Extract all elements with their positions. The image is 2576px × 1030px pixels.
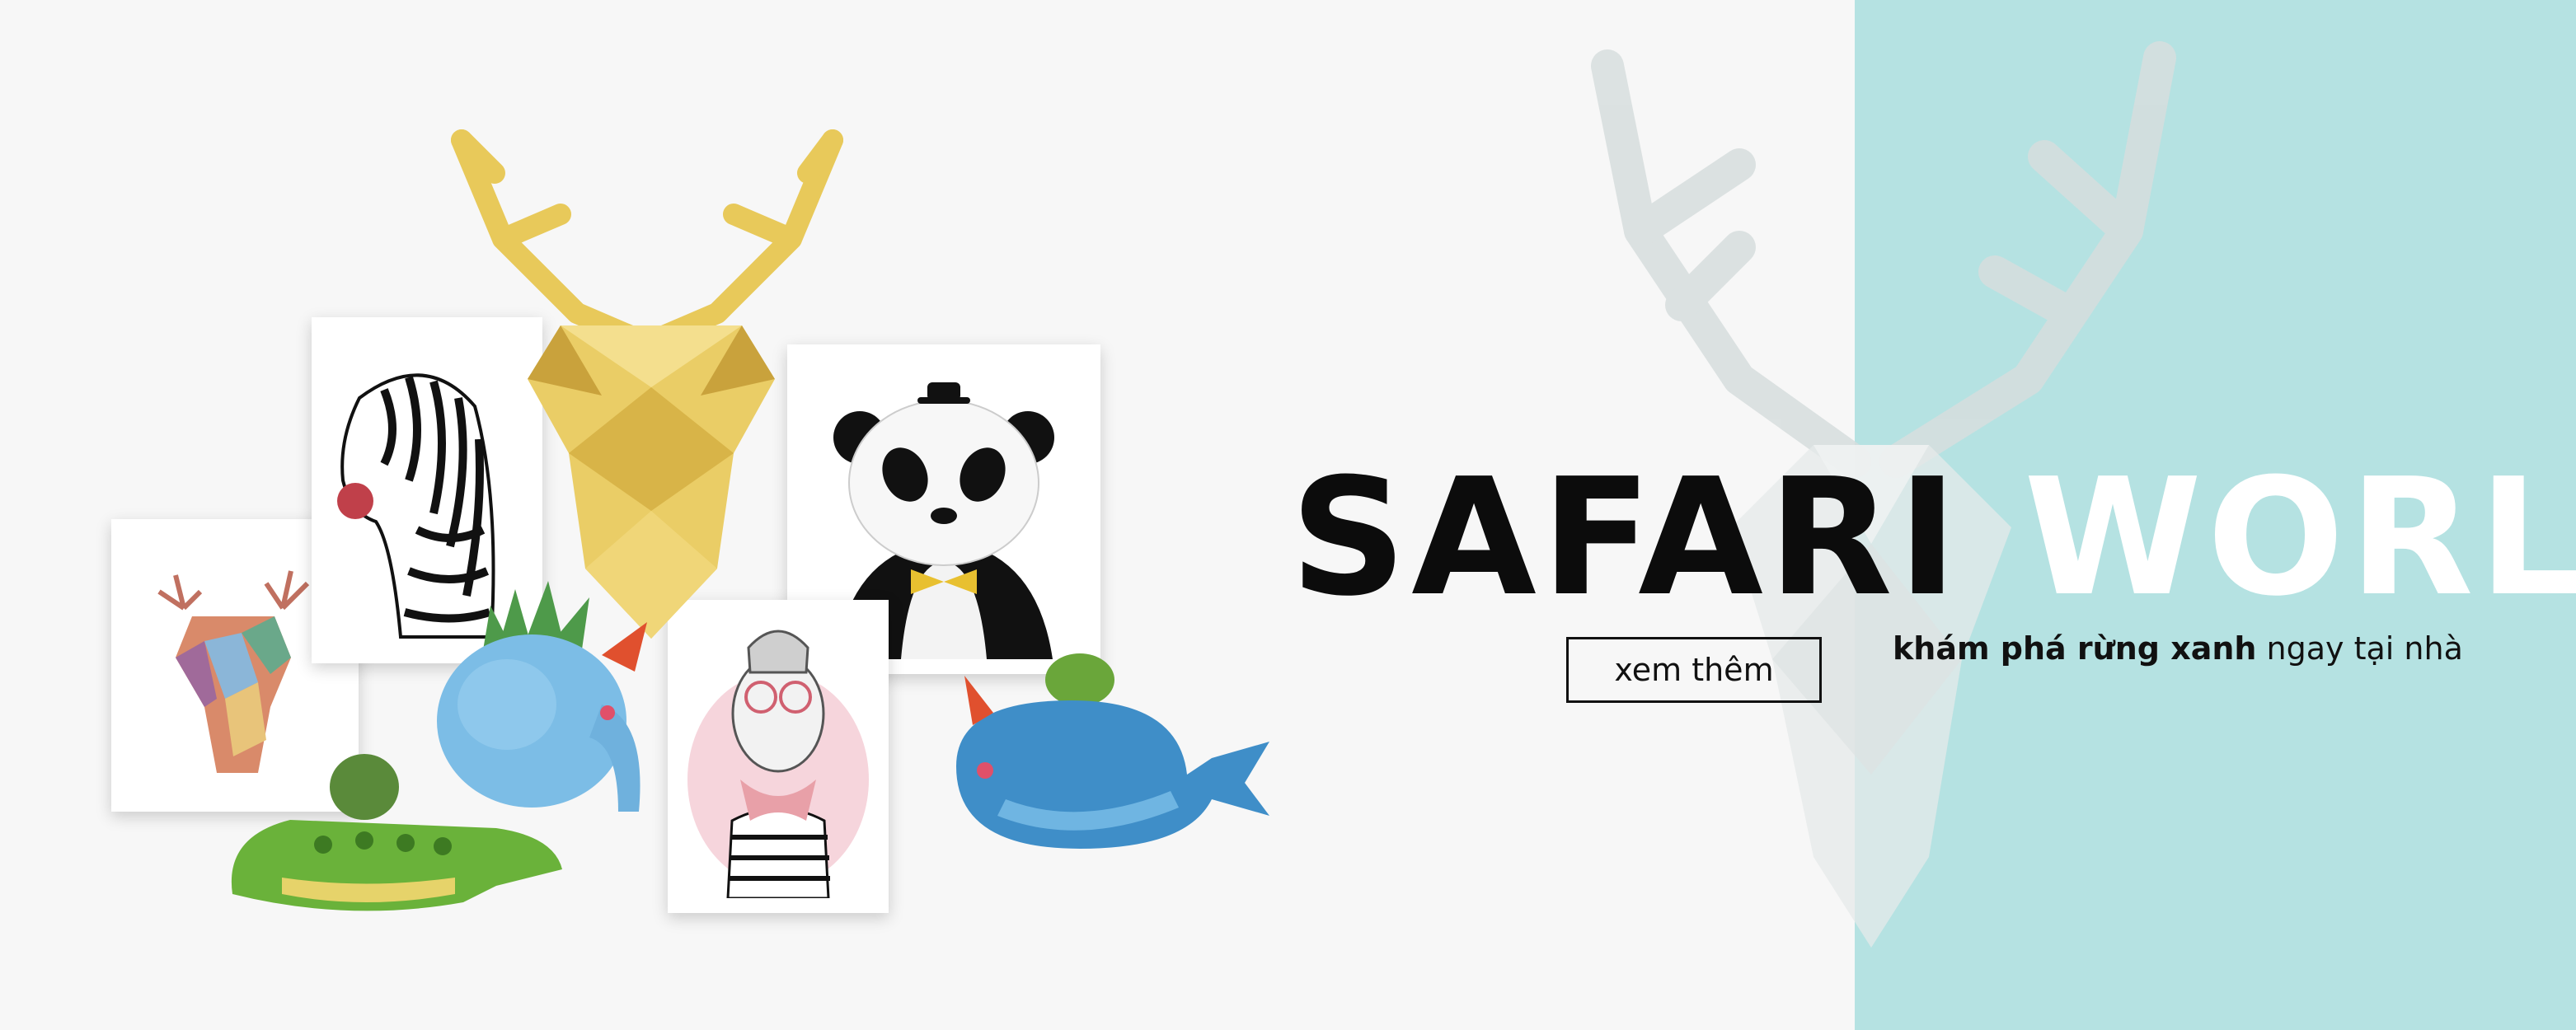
safari-world-banner: SAFARI WORLD xem thêm khám phá rừng xanh… bbox=[0, 0, 2576, 1030]
tagline-emphasis: khám phá rừng xanh bbox=[1893, 630, 2257, 667]
headline-word-safari: SAFARI bbox=[1290, 444, 1963, 632]
crocodile-planter-image bbox=[231, 754, 562, 911]
gold-origami-deer-head-image bbox=[451, 129, 843, 639]
product-collage bbox=[0, 0, 1319, 1030]
whale-planter-image bbox=[956, 653, 1269, 849]
headline-word-world: WORLD bbox=[2024, 444, 2576, 632]
hippo-illustration-image bbox=[687, 630, 869, 898]
see-more-button[interactable]: xem thêm bbox=[1566, 637, 1822, 703]
tagline-rest: ngay tại nhà bbox=[2256, 630, 2463, 667]
tagline: khám phá rừng xanh ngay tại nhà bbox=[1893, 630, 2463, 667]
headline-safari-world: SAFARI WORLD bbox=[1290, 457, 2576, 619]
